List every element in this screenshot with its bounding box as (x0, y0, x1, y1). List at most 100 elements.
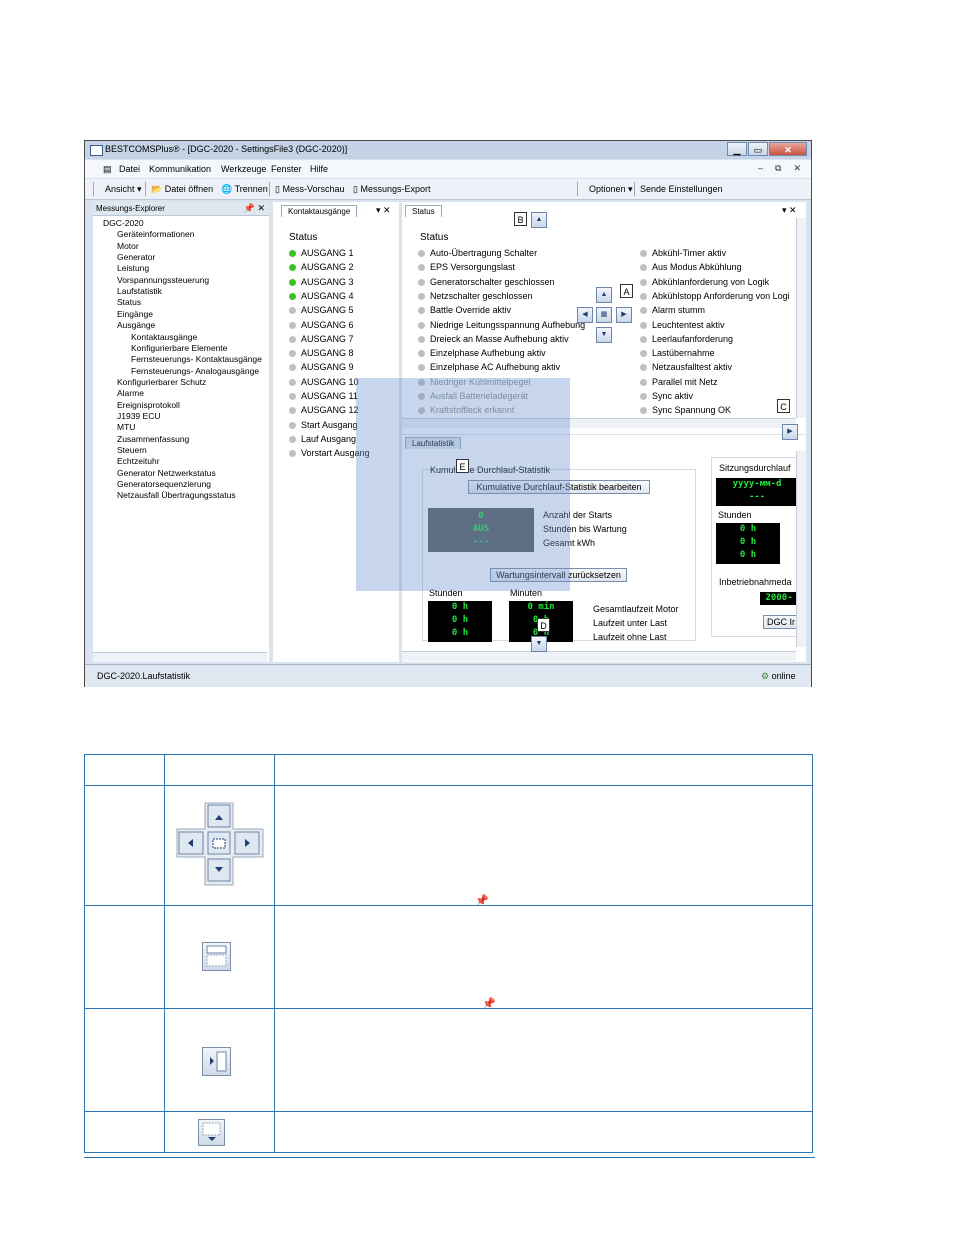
mdi-restore-icon[interactable]: ⧉ (775, 163, 781, 174)
tree-item[interactable]: MTU (117, 422, 135, 432)
status-item: Lastübernahme (640, 348, 715, 358)
metering-preview-button[interactable]: ▯ Mess-Vorschau (275, 184, 345, 195)
status-led-icon (640, 364, 647, 372)
contact-output: AUSGANG 2 (289, 262, 354, 272)
mdi-close-icon[interactable]: ✕ (793, 163, 801, 174)
tree-item[interactable]: Motor (117, 241, 139, 251)
tab-status[interactable]: Status (405, 205, 442, 217)
contact-output: AUSGANG 11 (289, 391, 358, 401)
explorer-pane: Messungs-Explorer 📌 ✕ DGC-2020 Geräteinfor… (93, 202, 269, 662)
status-item: Abkühlanforderung von Logik (640, 277, 769, 287)
dock-bottom-icon[interactable]: ▼ (596, 327, 612, 343)
metering-export-button[interactable]: ▯ Messungs-Export (353, 184, 431, 195)
tree-item[interactable]: Generatorsequenzierung (117, 479, 211, 489)
status-led-icon (289, 364, 296, 372)
tree-item[interactable]: Konfigurierbarer Schutz (117, 377, 206, 387)
menu-datei[interactable]: Datei (119, 164, 140, 174)
tree-item[interactable]: DGC-2020 (103, 218, 144, 228)
tree-item[interactable]: Steuern (117, 445, 147, 455)
dock-bottom-icon (198, 1119, 225, 1146)
view-button[interactable]: Ansicht ▾ (105, 184, 142, 195)
dock-right-edge-icon[interactable]: ▶ (782, 424, 798, 440)
lcd-line: 0 h (739, 537, 757, 547)
dock-left-icon[interactable]: ◀ (577, 307, 593, 323)
tree-item[interactable]: Generator Netzwerkstatus (117, 468, 216, 478)
dock-preview-overlay (356, 378, 570, 591)
runstats-hscroll[interactable] (402, 651, 796, 661)
tab-controls-icon[interactable]: ▾ ✕ (376, 205, 391, 216)
status-led-icon (418, 321, 425, 329)
callout-c: C (777, 399, 790, 413)
page-icon: ▯ (353, 184, 358, 194)
tree-item[interactable]: Zusammenfassung (117, 434, 189, 444)
tree-item[interactable]: Laufstatistik (117, 286, 162, 296)
disconnect-button[interactable]: 🌐 Trennen (221, 184, 268, 195)
status-led-icon (418, 307, 425, 315)
contact-output: Start Ausgang (289, 420, 358, 430)
tree-item[interactable]: Fernsteuerungs- Analogausgänge (131, 366, 259, 376)
tree-item[interactable]: Alarme (117, 388, 144, 398)
status-vscroll[interactable] (796, 218, 806, 418)
tab-kontaktausgaenge[interactable]: Kontaktausgänge (281, 205, 358, 217)
status-led-icon (289, 450, 296, 458)
menu-kommunikation[interactable]: Kommunikation (149, 164, 211, 174)
contact-output: AUSGANG 4 (289, 291, 354, 301)
dock-top-edge-icon[interactable]: ▲ (531, 212, 547, 228)
status-item: Netzausfalltest aktiv (640, 362, 732, 372)
explorer-scrollbar[interactable] (93, 652, 267, 662)
tree-item[interactable]: Konfigurierbare Elemente (131, 343, 227, 353)
runstats-vscroll[interactable] (796, 451, 806, 647)
mdi-minimize-icon[interactable]: – (758, 163, 763, 174)
title-bar: BESTCOMSPlus® - [DGC-2020 - SettingsFile… (85, 141, 811, 159)
tab-controls-icon[interactable]: ▾ ✕ (782, 205, 797, 216)
lcd-line: 0 h (451, 615, 469, 625)
status-item: Generatorschalter geschlossen (418, 277, 555, 287)
toolbar: Ansicht ▾ 📂 Datei öffnen 🌐 Trennen ▯ Mes… (85, 179, 811, 200)
menu-werkzeuge[interactable]: Werkzeuge (221, 164, 266, 174)
menu-hilfe[interactable]: Hilfe (310, 164, 328, 174)
lcd-line: 0 h (451, 602, 469, 612)
status-led-icon (289, 393, 296, 400)
pin-close-icons[interactable]: 📌 ✕ (244, 203, 265, 214)
open-file-button[interactable]: 📂 Datei öffnen (151, 184, 213, 195)
session-label: Sitzungsdurchlauf (719, 463, 791, 473)
contact-output: AUSGANG 1 (289, 248, 354, 258)
tree-item[interactable]: Eingänge (117, 309, 153, 319)
contact-output: AUSGANG 6 (289, 320, 354, 330)
connection-status: ⚙ online (761, 671, 796, 681)
status-item: Leerlaufanforderung (640, 334, 733, 344)
lcd-line: 0 h (451, 628, 469, 638)
tree-item[interactable]: Ausgänge (117, 320, 155, 330)
status-item: Auto-Übertragung Schalter (418, 248, 537, 258)
close-button[interactable]: ✕ (769, 142, 807, 156)
tree-item[interactable]: J1939 ECU (117, 411, 160, 421)
tree-item[interactable]: Netzausfall Übertragungsstatus (117, 490, 236, 500)
tree-item[interactable]: Status (117, 297, 141, 307)
status-path: DGC-2020.Laufstatistik (97, 671, 191, 681)
tree-item[interactable]: Echtzeituhr (117, 456, 160, 466)
tree-item[interactable]: Fernsteuerungs- Kontaktausgänge (131, 354, 262, 364)
tree-item[interactable]: Generator (117, 252, 155, 262)
tree-item[interactable]: Ereignisprotokoll (117, 400, 180, 410)
status-item: Dreieck an Masse Aufhebung aktiv (418, 334, 569, 344)
maximize-button[interactable]: ▭ (748, 142, 768, 156)
dock-right-icon[interactable]: ▶ (616, 307, 632, 323)
dock-bottom-edge-icon[interactable]: ▼ (531, 636, 547, 652)
tree-item[interactable]: Kontaktausgänge (131, 332, 197, 342)
dock-top-icon[interactable]: ▲ (596, 287, 612, 303)
status-led-icon (640, 407, 647, 415)
dock-center-icon[interactable]: ▦ (596, 307, 612, 323)
options-button[interactable]: Optionen ▾ (589, 184, 633, 195)
tree-item[interactable]: Leistung (117, 263, 149, 273)
tree-item[interactable]: Geräteinformationen (117, 229, 195, 239)
dgc-info-button[interactable]: DGC Ir (763, 615, 799, 629)
minimize-button[interactable]: ▁ (727, 142, 747, 156)
status-led-icon (640, 250, 647, 257)
dock-top-icon (202, 942, 231, 971)
send-settings-button[interactable]: Sende Einstellungen (640, 184, 723, 194)
lcd-line: --- (748, 492, 766, 502)
tree-item[interactable]: Vorspannungssteuerung (117, 275, 209, 285)
stat-label: Laufzeit ohne Last (593, 632, 667, 642)
footer-rule (84, 1157, 815, 1158)
menu-fenster[interactable]: Fenster (271, 164, 302, 174)
